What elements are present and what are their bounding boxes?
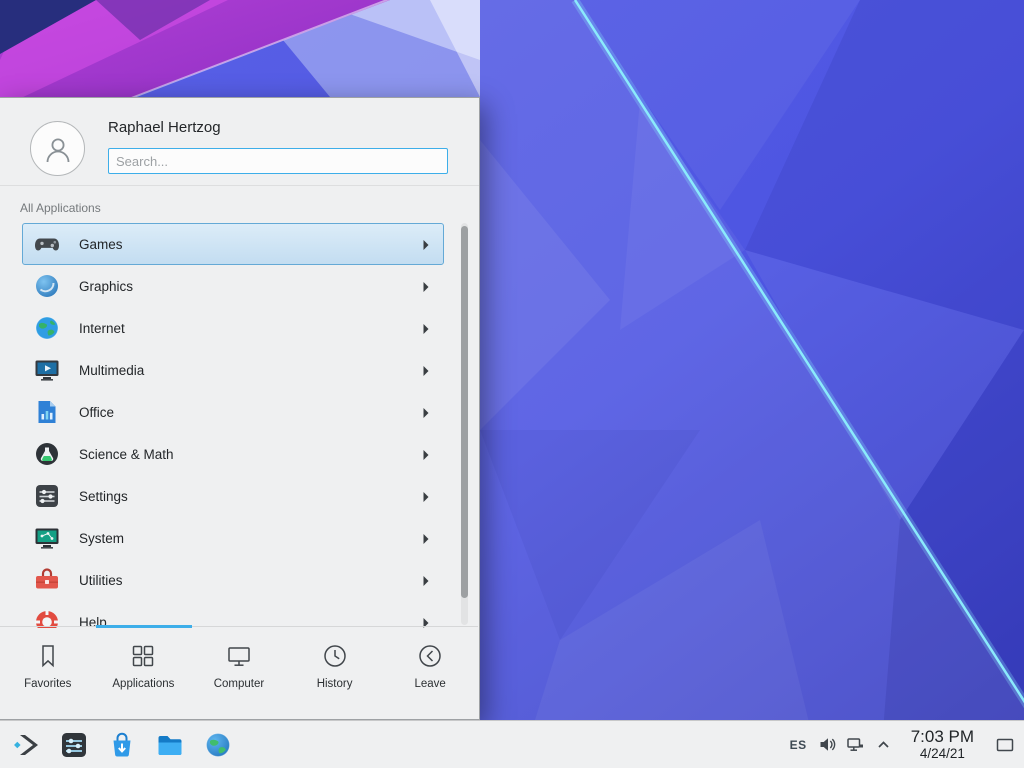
tab-label: Applications (112, 678, 174, 690)
category-label: System (79, 531, 124, 546)
discover-icon (107, 730, 137, 760)
tab-label: Computer (214, 678, 265, 690)
expand-tray-button[interactable] (874, 735, 893, 754)
user-name: Raphael Hertzog (108, 119, 221, 136)
category-games[interactable]: Games (22, 223, 444, 265)
category-help[interactable]: Help (22, 601, 444, 628)
graphics-icon (33, 272, 61, 300)
category-label: Games (79, 237, 123, 252)
tab-history[interactable]: History (287, 627, 383, 719)
category-label: Internet (79, 321, 125, 336)
category-internet[interactable]: Internet (22, 307, 444, 349)
user-icon (42, 133, 74, 165)
app-launcher-menu: Raphael Hertzog All Applications Games (0, 97, 480, 720)
speaker-icon (818, 735, 837, 754)
active-tab-indicator (96, 625, 192, 628)
kde-kicker-icon (11, 730, 41, 760)
user-avatar[interactable] (30, 121, 85, 176)
category-graphics[interactable]: Graphics (22, 265, 444, 307)
chevron-right-icon (421, 490, 431, 504)
category-label: Graphics (79, 279, 133, 294)
category-settings[interactable]: Settings (22, 475, 444, 517)
category-label: Utilities (79, 573, 123, 588)
tab-label: History (317, 678, 353, 690)
network-icon (846, 735, 865, 754)
gamepad-icon (33, 230, 61, 258)
web-browser-button[interactable] (200, 727, 236, 763)
network-button[interactable] (846, 735, 865, 754)
chevron-right-icon (421, 280, 431, 294)
category-system[interactable]: System (22, 517, 444, 559)
system-monitor-icon (33, 524, 61, 552)
category-multimedia[interactable]: Multimedia (22, 349, 444, 391)
digital-clock[interactable]: 7:03 PM 4/24/21 (911, 727, 974, 761)
category-label: Science & Math (79, 447, 174, 462)
category-label: Settings (79, 489, 128, 504)
help-lifering-icon (33, 608, 61, 628)
launcher-header: Raphael Hertzog (0, 98, 479, 186)
science-flask-icon (33, 440, 61, 468)
system-settings-button[interactable] (56, 727, 92, 763)
keyboard-layout-indicator[interactable]: ES (788, 738, 809, 752)
office-document-icon (33, 398, 61, 426)
taskbar-launchers (0, 727, 236, 763)
chevron-up-icon (875, 736, 892, 753)
application-launcher-button[interactable] (8, 727, 44, 763)
section-label: All Applications (20, 201, 101, 215)
discover-button[interactable] (104, 727, 140, 763)
web-globe-icon (203, 730, 233, 760)
system-tray: ES (788, 723, 1024, 767)
taskbar-panel: ES (0, 720, 1024, 768)
computer-icon (225, 642, 253, 670)
utilities-toolbox-icon (33, 566, 61, 594)
launcher-footer-tabs: Favorites Applications Computer (0, 626, 478, 719)
category-utilities[interactable]: Utilities (22, 559, 444, 601)
file-manager-button[interactable] (152, 727, 188, 763)
system-settings-icon (59, 730, 89, 760)
desktop: Raphael Hertzog All Applications Games (0, 0, 1024, 768)
category-label: Office (79, 405, 114, 420)
settings-sliders-icon (33, 482, 61, 510)
bookmark-icon (34, 642, 62, 670)
search-input[interactable] (108, 148, 448, 174)
tab-computer[interactable]: Computer (191, 627, 287, 719)
volume-button[interactable] (818, 735, 837, 754)
chevron-right-icon (421, 238, 431, 252)
category-label: Multimedia (79, 363, 144, 378)
tab-favorites[interactable]: Favorites (0, 627, 96, 719)
tab-applications[interactable]: Applications (96, 627, 192, 719)
category-office[interactable]: Office (22, 391, 444, 433)
category-list: Games Graphics Internet (0, 223, 480, 628)
chevron-right-icon (421, 406, 431, 420)
internet-globe-icon (33, 314, 61, 342)
chevron-right-icon (421, 322, 431, 336)
tab-label: Favorites (24, 678, 71, 690)
history-clock-icon (321, 642, 349, 670)
tab-label: Leave (415, 678, 446, 690)
clock-date: 4/24/21 (911, 746, 974, 761)
show-desktop-button[interactable] (990, 723, 1020, 767)
leave-icon (416, 642, 444, 670)
scrollbar-thumb[interactable] (461, 226, 468, 598)
multimedia-icon (33, 356, 61, 384)
category-science-math[interactable]: Science & Math (22, 433, 444, 475)
chevron-right-icon (421, 448, 431, 462)
chevron-right-icon (421, 574, 431, 588)
chevron-right-icon (421, 364, 431, 378)
tab-leave[interactable]: Leave (382, 627, 478, 719)
desktop-outline-icon (995, 735, 1015, 755)
chevron-right-icon (421, 532, 431, 546)
applications-grid-icon (129, 642, 157, 670)
dolphin-folder-icon (155, 730, 185, 760)
clock-time: 7:03 PM (911, 727, 974, 746)
